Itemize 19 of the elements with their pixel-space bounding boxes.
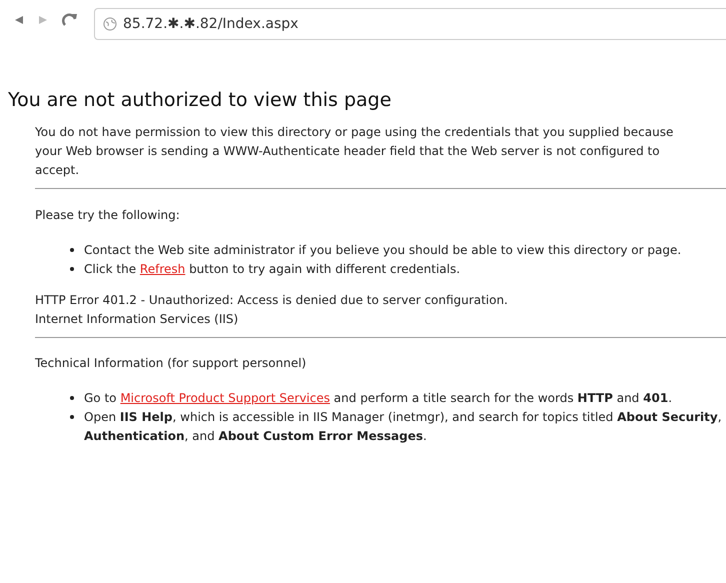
section-heading: Please try the following: — [35, 207, 181, 224]
link[interactable]: Microsoft Product Support Services — [120, 391, 330, 405]
bullet-icon — [70, 415, 74, 419]
list-item-text: Open IIS Help, which is accessible in IIS Manager (inetmgr), and search for topics titled About Security, Authentication, and About Custom Error Messages. — [84, 409, 723, 445]
bullet-icon — [70, 267, 74, 271]
back-icon[interactable] — [14, 15, 24, 25]
list-item-text: Contact the Web site administrator if you believe you should be able to view this directory or page. — [84, 242, 682, 259]
address-bar[interactable]: 85.72.✱.✱.82/Index.aspx — [94, 8, 726, 40]
page-heading: You are not authorized to view this page — [8, 88, 392, 112]
intro-paragraph: You do not have permission to view this directory or page using the credentials that you supplied because your Web browser is sending a WWW-Authenticate header field that the Web server is not configured to accept. — [35, 124, 674, 179]
list-item-text: Click the Refresh button to try again with different credentials. — [84, 261, 462, 278]
address-text: 85.72.✱.✱.82/Index.aspx — [123, 14, 298, 34]
error-text: HTTP Error 401.2 - Unauthorized: Access is denied due to server configuration. — [35, 292, 509, 309]
error-text: Internet Information Services (IIS) — [35, 311, 240, 328]
list-item-text: Go to Microsoft Product Support Services and perform a title search for the words HTTP and 401. — [84, 390, 674, 407]
bullet-icon — [70, 248, 74, 252]
link[interactable]: Refresh — [140, 262, 186, 276]
section-heading: Technical Information (for support personnel) — [35, 355, 308, 372]
bullet-icon — [70, 396, 74, 400]
